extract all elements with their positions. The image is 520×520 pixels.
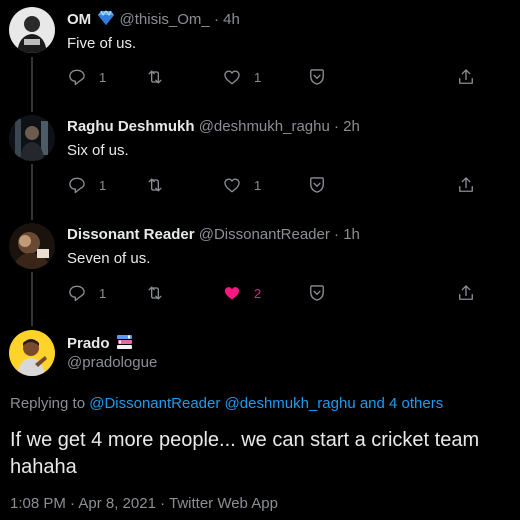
- separator-dot: ·: [213, 11, 219, 28]
- like-button[interactable]: 1: [222, 67, 261, 87]
- save-button[interactable]: [307, 175, 327, 195]
- reply-icon: [69, 177, 85, 194]
- action-bar: 1 1: [67, 67, 487, 89]
- tweet-time[interactable]: 2h: [343, 118, 360, 135]
- tweet-timestamp[interactable]: 1:08 PM · Apr 8, 2021 · Twitter Web App: [10, 495, 278, 512]
- separator-dot: ·: [334, 118, 339, 135]
- like-button[interactable]: 2: [222, 283, 261, 303]
- tweet-text: Seven of us.: [67, 250, 151, 267]
- share-button[interactable]: [456, 175, 476, 195]
- author-name[interactable]: OM: [67, 11, 91, 28]
- avatar[interactable]: [9, 7, 55, 53]
- separator-dot: ·: [334, 226, 340, 243]
- retweet-button[interactable]: [145, 283, 177, 303]
- retweet-icon: [148, 178, 162, 192]
- author-handle[interactable]: @thisis_Om_: [120, 11, 210, 28]
- others-link[interactable]: and 4 others: [360, 395, 443, 412]
- share-button[interactable]: [456, 67, 476, 87]
- save-icon: [310, 177, 324, 193]
- author-name[interactable]: Raghu Deshmukh: [67, 118, 195, 135]
- retweet-icon: [148, 70, 162, 84]
- reply-count: 1: [99, 285, 107, 301]
- tweet-text: Six of us.: [67, 142, 129, 159]
- reply-button[interactable]: 1: [67, 67, 106, 87]
- like-count: 1: [254, 69, 262, 85]
- author-name[interactable]: Dissonant Reader: [67, 226, 195, 243]
- retweet-button[interactable]: [145, 67, 177, 87]
- reply-count: 1: [99, 177, 107, 193]
- save-icon: [310, 285, 324, 301]
- action-bar: 1 1: [67, 175, 487, 197]
- save-button[interactable]: [307, 283, 327, 303]
- author-handle[interactable]: @pradologue: [67, 354, 157, 371]
- replying-prefix: Replying to: [10, 395, 86, 412]
- heart-filled-icon: [224, 287, 240, 300]
- author-name-row: Prado: [67, 334, 133, 354]
- avatar[interactable]: [9, 330, 55, 376]
- avatar[interactable]: [9, 223, 55, 269]
- tweet-text: If we get 4 more people... we can start …: [10, 429, 480, 478]
- author-name[interactable]: Prado: [67, 335, 110, 352]
- thread-line: [31, 272, 33, 326]
- reply-count: 1: [99, 69, 107, 85]
- retweet-button[interactable]: [145, 175, 177, 195]
- share-icon: [459, 69, 473, 84]
- heart-outline-icon: [224, 178, 240, 193]
- share-button[interactable]: [456, 283, 476, 303]
- reply-button[interactable]: 1: [67, 283, 106, 303]
- retweet-icon: [148, 286, 162, 300]
- replying-to: Replying to @DissonantReader @deshmukh_r…: [10, 395, 443, 412]
- save-icon: [310, 69, 324, 85]
- like-count: 1: [254, 177, 262, 193]
- mention-link[interactable]: @deshmukh_raghu: [225, 395, 356, 412]
- thread-line: [31, 164, 33, 220]
- like-count: 2: [254, 285, 262, 301]
- tweet-time[interactable]: 4h: [223, 11, 240, 28]
- reply-icon: [69, 69, 85, 86]
- thread-line: [31, 57, 33, 112]
- share-icon: [459, 285, 473, 300]
- save-button[interactable]: [307, 67, 327, 87]
- author-handle[interactable]: @DissonantReader: [199, 226, 330, 243]
- tweet-time[interactable]: 1h: [343, 226, 360, 243]
- author-handle[interactable]: @deshmukh_raghu: [199, 118, 330, 135]
- books-icon: [116, 334, 133, 354]
- reply-button[interactable]: 1: [67, 175, 106, 195]
- action-bar: 1 2: [67, 283, 487, 305]
- avatar[interactable]: [9, 115, 55, 161]
- mention-link[interactable]: @DissonantReader: [89, 395, 220, 412]
- gem-icon: [97, 10, 115, 31]
- tweet-text: Five of us.: [67, 35, 137, 52]
- like-button[interactable]: 1: [222, 175, 261, 195]
- heart-outline-icon: [224, 70, 240, 85]
- share-icon: [459, 177, 473, 192]
- reply-icon: [69, 285, 85, 302]
